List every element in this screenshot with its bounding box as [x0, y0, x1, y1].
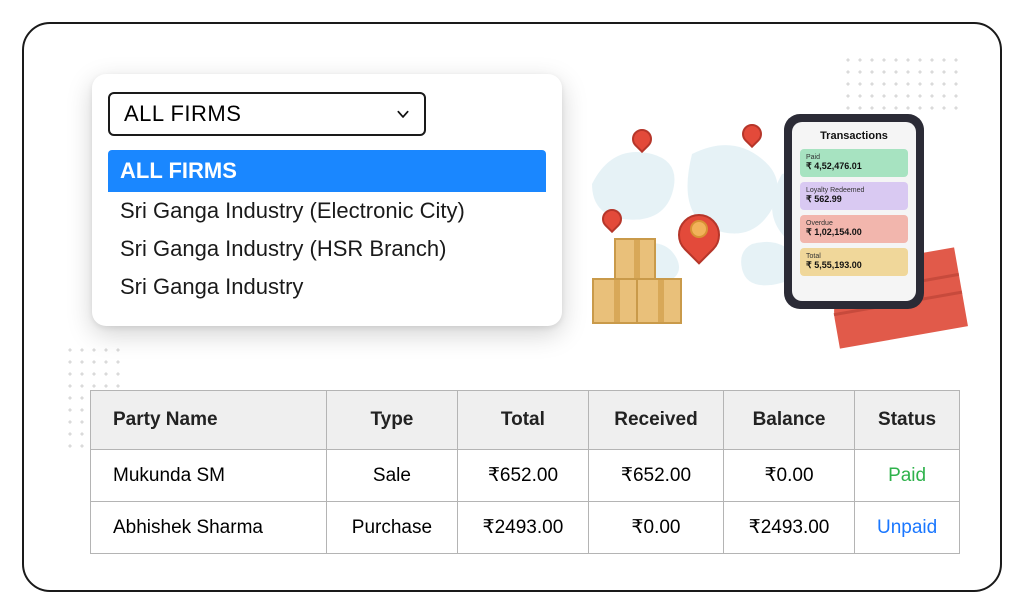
cell-received: ₹652.00: [589, 450, 724, 502]
table-header-row: Party Name Type Total Received Balance S…: [91, 391, 960, 450]
firm-option-list: ALL FIRMS Sri Ganga Industry (Electronic…: [108, 150, 546, 306]
cell-type: Sale: [327, 450, 458, 502]
table-row[interactable]: Abhishek Sharma Purchase ₹2493.00 ₹0.00 …: [91, 502, 960, 554]
col-received: Received: [589, 391, 724, 450]
phone-card: Paid ₹ 4,52,476.01: [800, 149, 908, 177]
main-card: ALL FIRMS ALL FIRMS Sri Ganga Industry (…: [22, 22, 1002, 592]
col-total: Total: [457, 391, 588, 450]
chevron-down-icon: [396, 107, 410, 121]
transactions-table: Party Name Type Total Received Balance S…: [90, 390, 960, 554]
phone-card: Total ₹ 5,55,193.00: [800, 248, 908, 276]
phone-card: Loyalty Redeemed ₹ 562.99: [800, 182, 908, 210]
cell-total: ₹2493.00: [457, 502, 588, 554]
firm-option[interactable]: Sri Ganga Industry (HSR Branch): [108, 230, 546, 268]
phone-in-hand-icon: Transactions Paid ₹ 4,52,476.01 Loyalty …: [752, 114, 952, 324]
col-party-name: Party Name: [91, 391, 327, 450]
firm-option[interactable]: Sri Ganga Industry (Electronic City): [108, 192, 546, 230]
map-pin-icon: [602, 209, 622, 229]
col-balance: Balance: [723, 391, 854, 450]
firm-dropdown-panel: ALL FIRMS ALL FIRMS Sri Ganga Industry (…: [92, 74, 562, 326]
map-pin-icon: [632, 129, 652, 149]
map-pin-icon: [678, 214, 698, 234]
cell-type: Purchase: [327, 502, 458, 554]
phone-card: Overdue ₹ 1,02,154.00: [800, 215, 908, 243]
col-status: Status: [855, 391, 960, 450]
decorative-dots: [842, 54, 962, 114]
boxes-icon: [592, 234, 682, 324]
cell-total: ₹652.00: [457, 450, 588, 502]
cell-status: Unpaid: [855, 502, 960, 554]
cell-balance: ₹0.00: [723, 450, 854, 502]
firm-option[interactable]: ALL FIRMS: [108, 150, 546, 192]
phone-screen-title: Transactions: [800, 130, 908, 142]
cell-balance: ₹2493.00: [723, 502, 854, 554]
firm-option[interactable]: Sri Ganga Industry: [108, 268, 546, 306]
cell-party: Abhishek Sharma: [91, 502, 327, 554]
firm-select-value: ALL FIRMS: [124, 101, 241, 127]
firm-select[interactable]: ALL FIRMS: [108, 92, 426, 136]
cell-received: ₹0.00: [589, 502, 724, 554]
col-type: Type: [327, 391, 458, 450]
table-row[interactable]: Mukunda SM Sale ₹652.00 ₹652.00 ₹0.00 Pa…: [91, 450, 960, 502]
cell-status: Paid: [855, 450, 960, 502]
illustration: Transactions Paid ₹ 4,52,476.01 Loyalty …: [582, 114, 952, 324]
cell-party: Mukunda SM: [91, 450, 327, 502]
